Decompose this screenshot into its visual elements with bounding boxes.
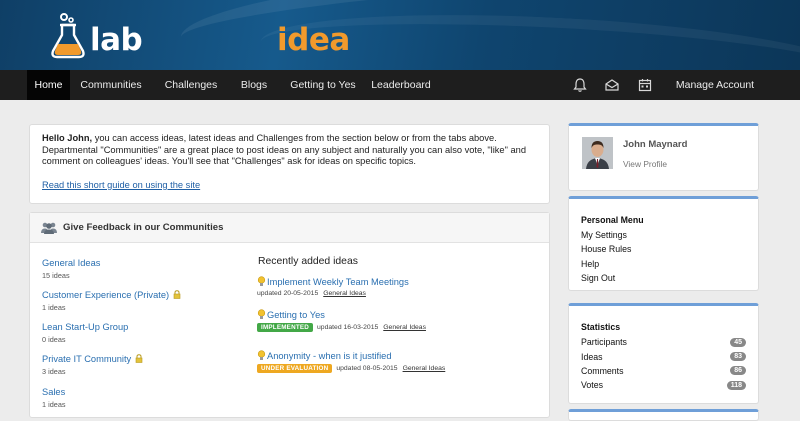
nav-tab-leaderboard[interactable]: Leaderboard — [369, 70, 433, 100]
nav-tab-communities[interactable]: Communities — [75, 70, 147, 100]
mail-icon[interactable] — [604, 77, 620, 93]
personal-menu-panel: Personal Menu My Settings House Rules He… — [568, 196, 759, 291]
stat-count-badge: 118 — [726, 380, 746, 390]
idea-category-link[interactable]: General Ideas — [323, 290, 366, 297]
recent-idea-item: Implement Weekly Team Meetings updated 2… — [257, 276, 409, 297]
community-name[interactable]: Customer Experience (Private) — [42, 290, 169, 300]
community-item[interactable]: Customer Experience (Private) 1 ideas — [42, 290, 181, 312]
recent-idea-item: Anonymity - when is it justified UNDER E… — [257, 350, 445, 373]
community-name[interactable]: General Ideas — [42, 258, 100, 268]
idea-updated: updated 16-03-2015 — [317, 324, 379, 331]
calendar-icon[interactable] — [637, 77, 653, 93]
idea-updated: updated 08-05-2015 — [336, 365, 398, 372]
lock-icon — [173, 290, 181, 299]
nav-tab-home[interactable]: Home — [27, 70, 70, 100]
nav-tab-blogs[interactable]: Blogs — [234, 70, 274, 100]
community-idea-count: 3 ideas — [42, 367, 66, 376]
header-banner: idea lab — [0, 0, 800, 70]
statistics-panel: Statistics Participants 45 Ideas 83 Comm… — [568, 303, 759, 404]
community-item[interactable]: General Ideas 15 ideas — [42, 258, 100, 280]
caret-down-icon: ▼ — [713, 112, 720, 119]
profile-name: John Maynard — [623, 139, 688, 150]
profile-panel: John Maynard View Profile — [568, 123, 759, 191]
view-profile-link[interactable]: View Profile — [623, 159, 667, 169]
stat-label: Ideas — [581, 351, 603, 362]
site-guide-link[interactable]: Read this short guide on using the site — [42, 180, 200, 190]
stat-row-comments: Comments 86 — [581, 364, 746, 378]
communities-panel: Give Feedback in our Communities General… — [29, 212, 550, 418]
idea-title-link[interactable]: Implement Weekly Team Meetings — [267, 277, 409, 287]
nav-tab-challenges[interactable]: Challenges — [160, 70, 222, 100]
menu-item-sign-out[interactable]: Sign Out — [581, 271, 746, 285]
community-idea-count: 15 ideas — [42, 271, 70, 280]
stat-count-badge: 83 — [730, 352, 746, 362]
manage-account-menu[interactable]: Manage Account ▼ — [672, 70, 758, 119]
statistics-title: Statistics — [581, 322, 621, 332]
idea-updated: updated 20-05-2015 — [257, 290, 319, 297]
lock-icon — [135, 354, 143, 363]
welcome-text: Hello John, you can access ideas, latest… — [42, 133, 538, 168]
stat-count-badge: 86 — [730, 366, 746, 376]
community-idea-count: 1 ideas — [42, 400, 66, 409]
personal-menu-title: Personal Menu — [581, 215, 644, 225]
idea-title-link[interactable]: Getting to Yes — [267, 310, 325, 320]
lightbulb-icon — [257, 276, 266, 286]
stat-count-badge: 45 — [730, 337, 746, 347]
community-name[interactable]: Sales — [42, 387, 66, 397]
recent-idea-item: Getting to Yes IMPLEMENTED updated 16-03… — [257, 309, 426, 332]
communities-panel-header: Give Feedback in our Communities — [30, 213, 549, 243]
welcome-body: you can access ideas, latest ideas and C… — [42, 133, 526, 166]
lightbulb-icon — [257, 350, 266, 360]
welcome-panel: Hello John, you can access ideas, latest… — [29, 124, 550, 204]
stat-label: Comments — [581, 365, 624, 376]
community-idea-count: 0 ideas — [42, 335, 66, 344]
users-icon — [41, 222, 57, 234]
menu-item-house-rules[interactable]: House Rules — [581, 242, 746, 256]
menu-item-my-settings[interactable]: My Settings — [581, 228, 746, 242]
status-badge-under-evaluation: UNDER EVALUATION — [257, 364, 333, 373]
avatar[interactable] — [582, 137, 613, 169]
community-item[interactable]: Lean Start-Up Group 0 ideas — [42, 322, 128, 344]
stat-row-ideas: Ideas 83 — [581, 349, 746, 363]
welcome-greeting: Hello John, — [42, 133, 93, 143]
status-badge-implemented: IMPLEMENTED — [257, 323, 314, 332]
idea-category-link[interactable]: General Ideas — [403, 365, 446, 372]
communities-panel-title: Give Feedback in our Communities — [63, 222, 224, 233]
idea-title-link[interactable]: Anonymity - when is it justified — [267, 351, 392, 361]
community-name[interactable]: Lean Start-Up Group — [42, 322, 128, 332]
community-idea-count: 1 ideas — [42, 303, 66, 312]
lightbulb-icon — [257, 309, 266, 319]
stat-label: Votes — [581, 380, 604, 391]
community-item[interactable]: Sales 1 ideas — [42, 387, 66, 409]
manage-account-label: Manage Account — [675, 79, 755, 91]
menu-item-help[interactable]: Help — [581, 257, 746, 271]
community-item[interactable]: Private IT Community 3 ideas — [42, 354, 143, 376]
logo-text: idea lab — [90, 22, 350, 58]
site-logo[interactable]: idea lab — [50, 10, 350, 62]
bell-icon[interactable] — [572, 77, 588, 93]
stat-label: Participants — [581, 337, 627, 348]
stat-row-votes: Votes 118 — [581, 378, 746, 392]
nav-tab-getting-to-yes[interactable]: Getting to Yes — [284, 70, 362, 100]
idea-category-link[interactable]: General Ideas — [383, 324, 426, 331]
community-name[interactable]: Private IT Community — [42, 354, 131, 364]
sidebar-panel-partial — [568, 409, 759, 421]
main-navbar: Home Communities Challenges Blogs Gettin… — [0, 70, 800, 119]
recent-ideas-heading: Recently added ideas — [258, 256, 358, 267]
stat-row-participants: Participants 45 — [581, 335, 746, 349]
flask-icon — [51, 13, 85, 59]
